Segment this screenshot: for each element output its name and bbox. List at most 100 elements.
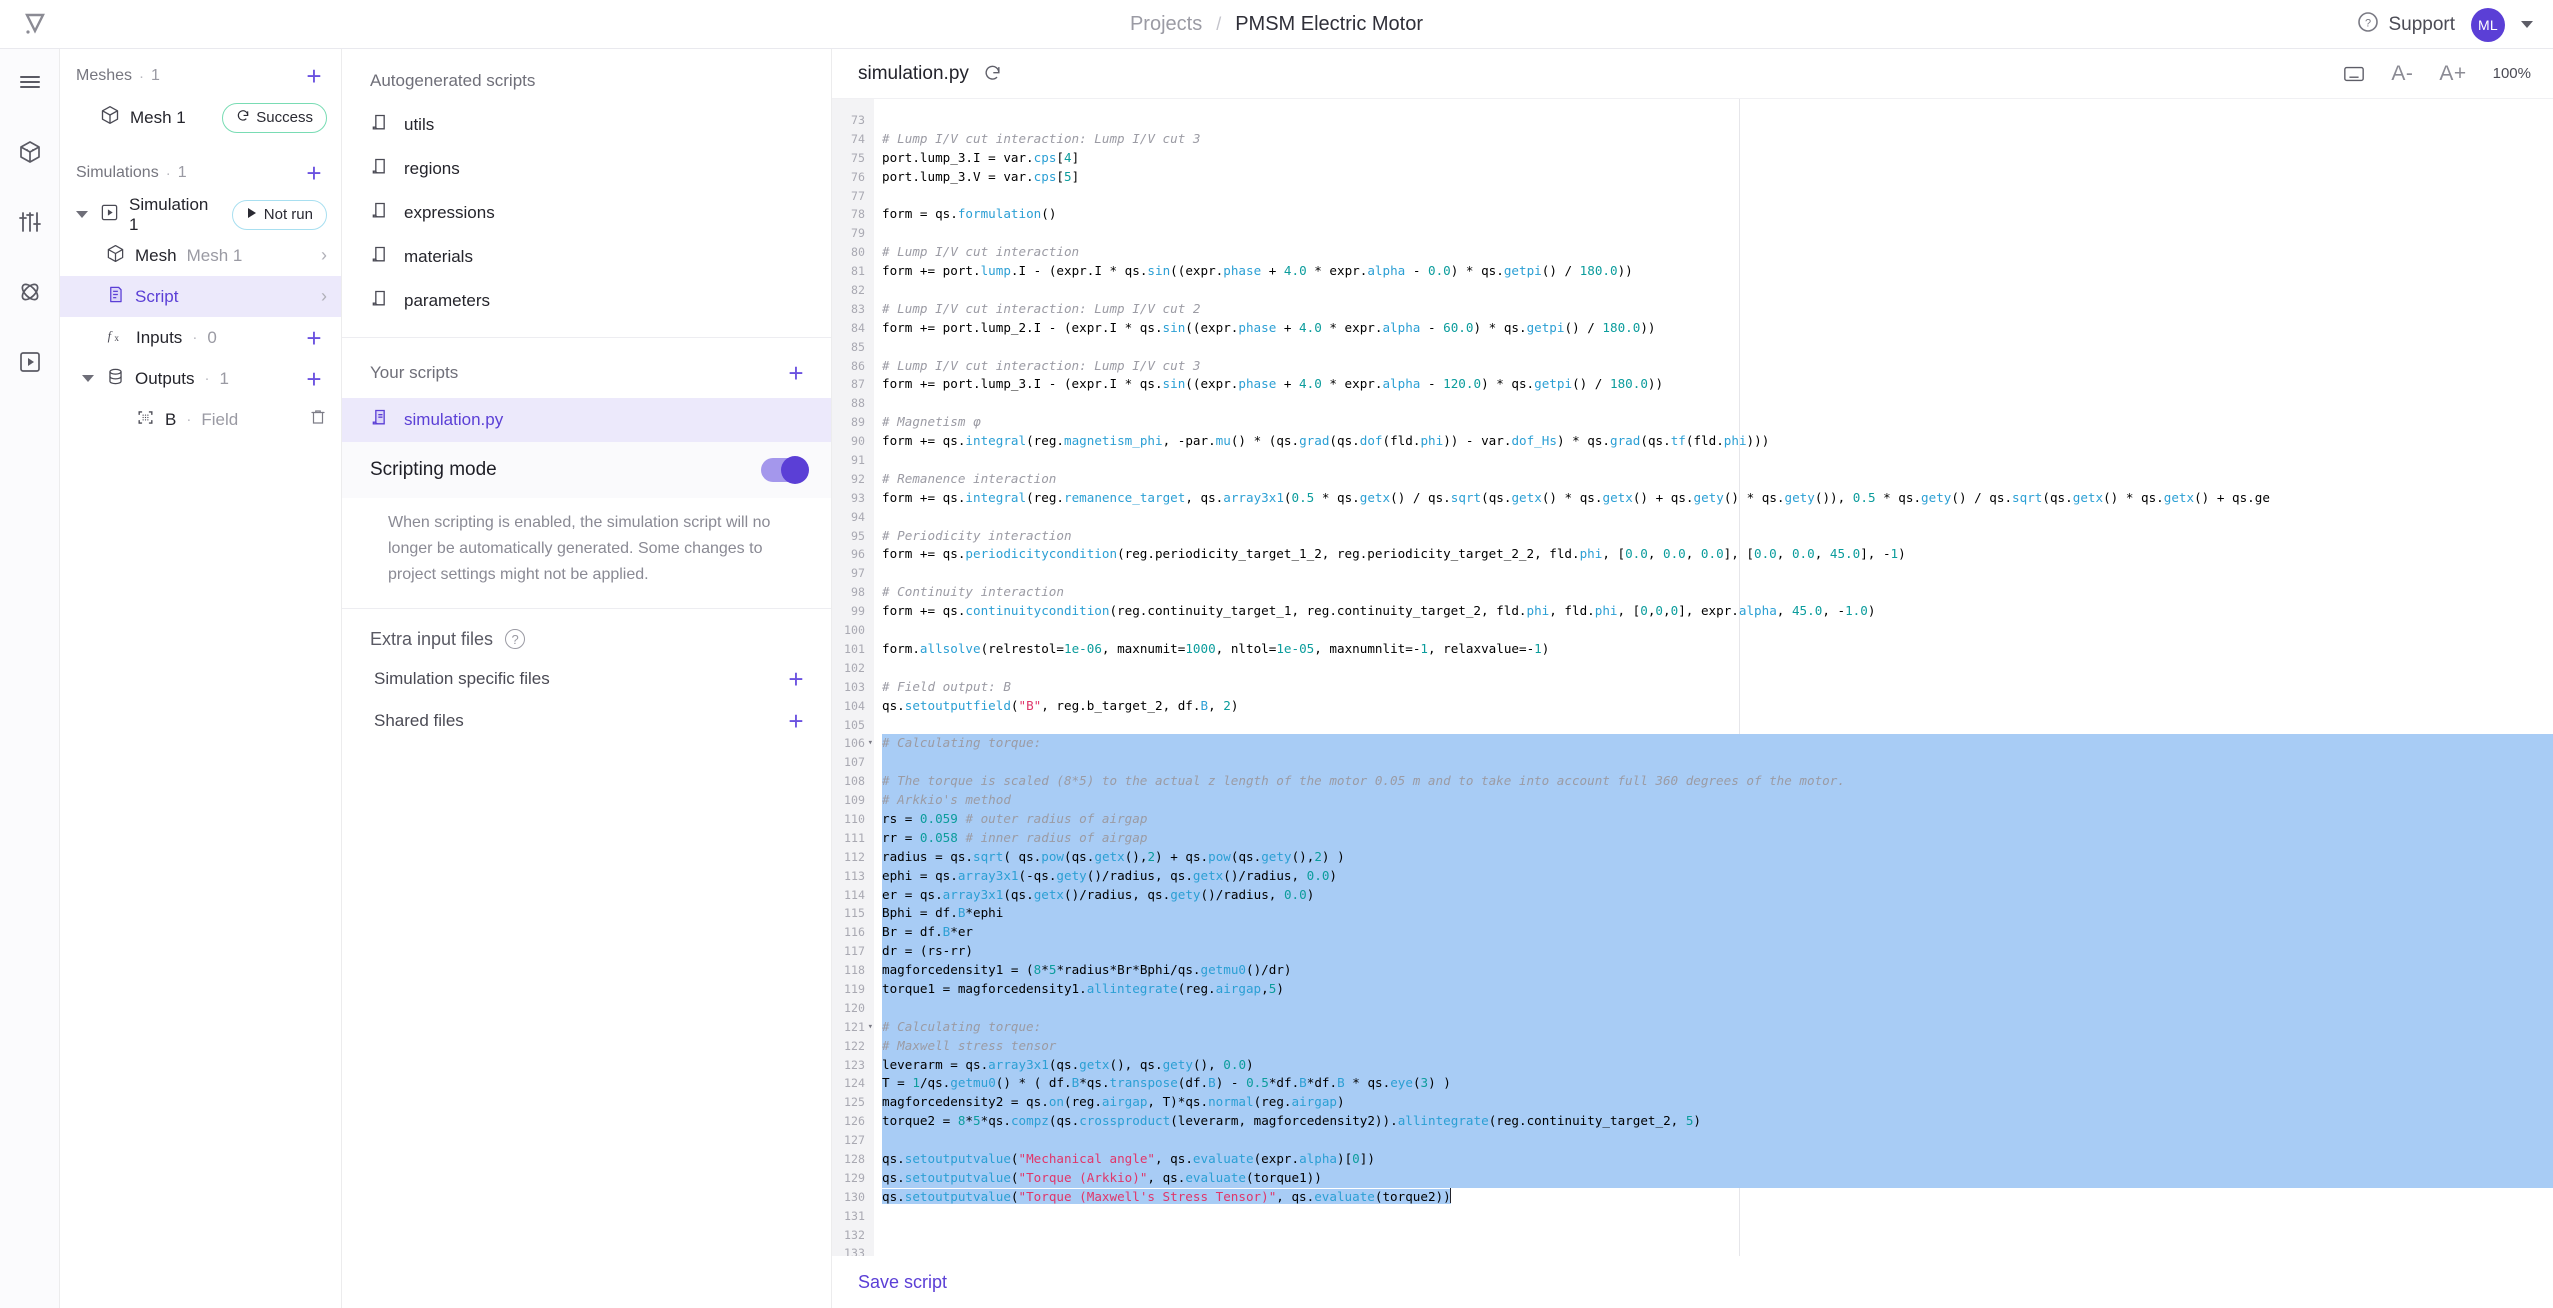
script-item-expressions[interactable]: expressions [342, 191, 831, 235]
script-item-regions[interactable]: regions [342, 147, 831, 191]
code-line[interactable]: qs.setoutputvalue("Torque (Arkkio)", qs.… [882, 1168, 2553, 1188]
simulation-specific-files-row[interactable]: Simulation specific files + [342, 658, 831, 700]
code-line[interactable]: magforcedensity1 = (8*5*radius*Br*Bphi/q… [882, 961, 2553, 980]
add-simulation-specific-file-button[interactable]: + [783, 666, 809, 692]
code-line[interactable]: # The torque is scaled (8*5) to the actu… [882, 772, 2553, 792]
code-line[interactable]: rs = 0.059 # outer radius of airgap [882, 809, 2553, 829]
code-line[interactable]: ​ [882, 564, 2553, 583]
code-line[interactable]: ​ [882, 716, 2553, 735]
code-line[interactable]: T = 1/qs.getmu0() * ( df.B*qs.transpose(… [882, 1074, 2553, 1094]
chevron-down-icon[interactable] [2521, 21, 2533, 28]
hamburger-menu-icon[interactable] [9, 61, 51, 103]
code-line[interactable]: ​ [882, 1244, 2553, 1256]
add-input-button[interactable]: + [301, 325, 327, 351]
tree-row-mesh[interactable]: Mesh Mesh 1 › [60, 235, 341, 276]
code-line[interactable]: form += qs.integral(reg.remanence_target… [882, 489, 2553, 508]
code-line[interactable]: # Magnetism φ [882, 413, 2553, 432]
code-line[interactable]: form += port.lump_2.I - (expr.I * qs.sin… [882, 319, 2553, 338]
atom-icon[interactable] [9, 271, 51, 313]
code-line[interactable]: ​ [882, 998, 2553, 1018]
collapse-simulation-caret-icon[interactable] [76, 211, 88, 218]
chevron-right-icon[interactable]: › [321, 286, 327, 307]
code-line[interactable]: ​ [882, 621, 2553, 640]
question-circle-icon[interactable]: ? [505, 629, 526, 650]
code-line[interactable]: form += qs.integral(reg.magnetism_phi, -… [882, 432, 2553, 451]
code-line[interactable]: ​ [882, 1207, 2553, 1226]
quanscient-logo-icon[interactable] [0, 11, 70, 37]
sliders-icon[interactable] [9, 201, 51, 243]
code-line[interactable]: form = qs.formulation() [882, 205, 2553, 224]
save-script-button[interactable]: Save script [858, 1272, 947, 1293]
script-item-parameters[interactable]: parameters [342, 279, 831, 323]
code-line[interactable]: # Remanence interaction [882, 470, 2553, 489]
code-line[interactable]: Bphi = df.B*ephi [882, 904, 2553, 924]
code-line[interactable]: radius = qs.sqrt( qs.pow(qs.getx(),2) + … [882, 847, 2553, 867]
code-line[interactable]: torque1 = magforcedensity1.allintegrate(… [882, 979, 2553, 999]
code-line[interactable]: form.allsolve(relrestol=1e-06, maxnumit=… [882, 640, 2553, 659]
add-mesh-button[interactable]: + [301, 63, 327, 89]
code-line[interactable]: form += port.lump.I - (expr.I * qs.sin((… [882, 262, 2553, 281]
tree-row-outputs[interactable]: Outputs · 1 + [60, 358, 341, 399]
code-line[interactable]: # Lump I/V cut interaction: Lump I/V cut… [882, 300, 2553, 319]
scripting-mode-toggle[interactable] [761, 456, 809, 484]
geometry-cube-icon[interactable] [9, 131, 51, 173]
code-line[interactable]: torque2 = 8*5*qs.compz(qs.crossproduct(l… [882, 1112, 2553, 1132]
code-line[interactable]: # Arkkio's method [882, 791, 2553, 810]
code-line[interactable]: Br = df.B*er [882, 923, 2553, 943]
code-line[interactable]: ephi = qs.array3x1(-qs.gety()/radius, qs… [882, 866, 2553, 886]
code-line[interactable]: ​ [882, 224, 2553, 243]
code-line[interactable]: qs.setoutputvalue("Mechanical angle", qs… [882, 1149, 2553, 1169]
code-line[interactable]: # Calculating torque: [882, 1017, 2553, 1037]
breadcrumb-projects[interactable]: Projects [1130, 13, 1202, 36]
code-content[interactable]: ​# Lump I/V cut interaction: Lump I/V cu… [874, 99, 2553, 1256]
code-line[interactable]: form += qs.periodicitycondition(reg.peri… [882, 545, 2553, 564]
code-line[interactable]: ​ [882, 111, 2553, 130]
code-area[interactable]: 73 74 75 76 77 78 79 80 81 82 83 84 85 86 87 88 89 90 91 92… [832, 99, 2553, 1256]
avatar[interactable]: ML [2471, 7, 2505, 42]
code-line[interactable]: dr = (rs-rr) [882, 942, 2553, 962]
code-line[interactable]: # Continuity interaction [882, 583, 2553, 602]
tree-row-simulation-1[interactable]: Simulation 1 Not run [60, 194, 341, 235]
code-line[interactable]: er = qs.array3x1(qs.getx()/radius, qs.ge… [882, 885, 2553, 905]
code-line[interactable]: ​ [882, 394, 2553, 413]
play-box-icon[interactable] [9, 341, 51, 383]
code-line[interactable]: form += qs.continuitycondition(reg.conti… [882, 602, 2553, 621]
keyboard-icon[interactable] [2343, 64, 2365, 84]
refresh-icon[interactable] [983, 64, 1002, 83]
code-line[interactable]: # Calculating torque: [882, 734, 2553, 754]
shared-files-row[interactable]: Shared files + [342, 700, 831, 742]
code-line[interactable]: rr = 0.058 # inner radius of airgap [882, 828, 2553, 848]
code-line[interactable]: ​ [882, 338, 2553, 357]
code-line[interactable]: form += port.lump_3.I - (expr.I * qs.sin… [882, 375, 2553, 394]
add-output-button[interactable]: + [301, 366, 327, 392]
code-line[interactable]: # Field output: B [882, 678, 2553, 697]
breadcrumb-current-project[interactable]: PMSM Electric Motor [1235, 13, 1423, 36]
add-shared-file-button[interactable]: + [783, 708, 809, 734]
code-line[interactable]: magforcedensity2 = qs.on(reg.airgap, T)*… [882, 1093, 2553, 1113]
mesh-status-badge[interactable]: Success [222, 102, 327, 133]
code-line[interactable]: # Lump I/V cut interaction [882, 243, 2553, 262]
script-item-simulation-py[interactable]: simulation.py [342, 398, 831, 442]
code-line[interactable]: # Periodicity interaction [882, 527, 2553, 546]
simulation-status-badge[interactable]: Not run [231, 199, 327, 230]
tree-row-mesh-1[interactable]: Mesh 1 Success [60, 97, 341, 138]
code-line[interactable]: # Maxwell stress tensor [882, 1036, 2553, 1056]
code-line[interactable]: ​ [882, 1131, 2553, 1150]
collapse-outputs-caret-icon[interactable] [82, 375, 94, 382]
support-button[interactable]: ? Support [2357, 11, 2455, 39]
add-simulation-button[interactable]: + [301, 160, 327, 186]
code-line[interactable]: ​ [882, 451, 2553, 470]
code-line[interactable]: ​ [882, 281, 2553, 300]
code-line[interactable]: port.lump_3.V = var.cps[5] [882, 168, 2553, 187]
code-line[interactable]: ​ [882, 1226, 2553, 1245]
chevron-right-icon[interactable]: › [321, 245, 327, 266]
trash-icon[interactable] [309, 408, 327, 431]
add-script-button[interactable]: + [783, 360, 809, 386]
font-decrease-button[interactable]: A- [2391, 62, 2413, 86]
code-line[interactable]: # Lump I/V cut interaction: Lump I/V cut… [882, 357, 2553, 376]
code-line[interactable]: port.lump_3.I = var.cps[4] [882, 149, 2553, 168]
code-line[interactable]: qs.setoutputvalue("Torque (Maxwell's Str… [882, 1187, 2553, 1207]
code-line[interactable]: ​ [882, 187, 2553, 206]
tree-row-output-b[interactable]: B · Field [60, 399, 341, 440]
code-line[interactable]: ​ [882, 659, 2553, 678]
